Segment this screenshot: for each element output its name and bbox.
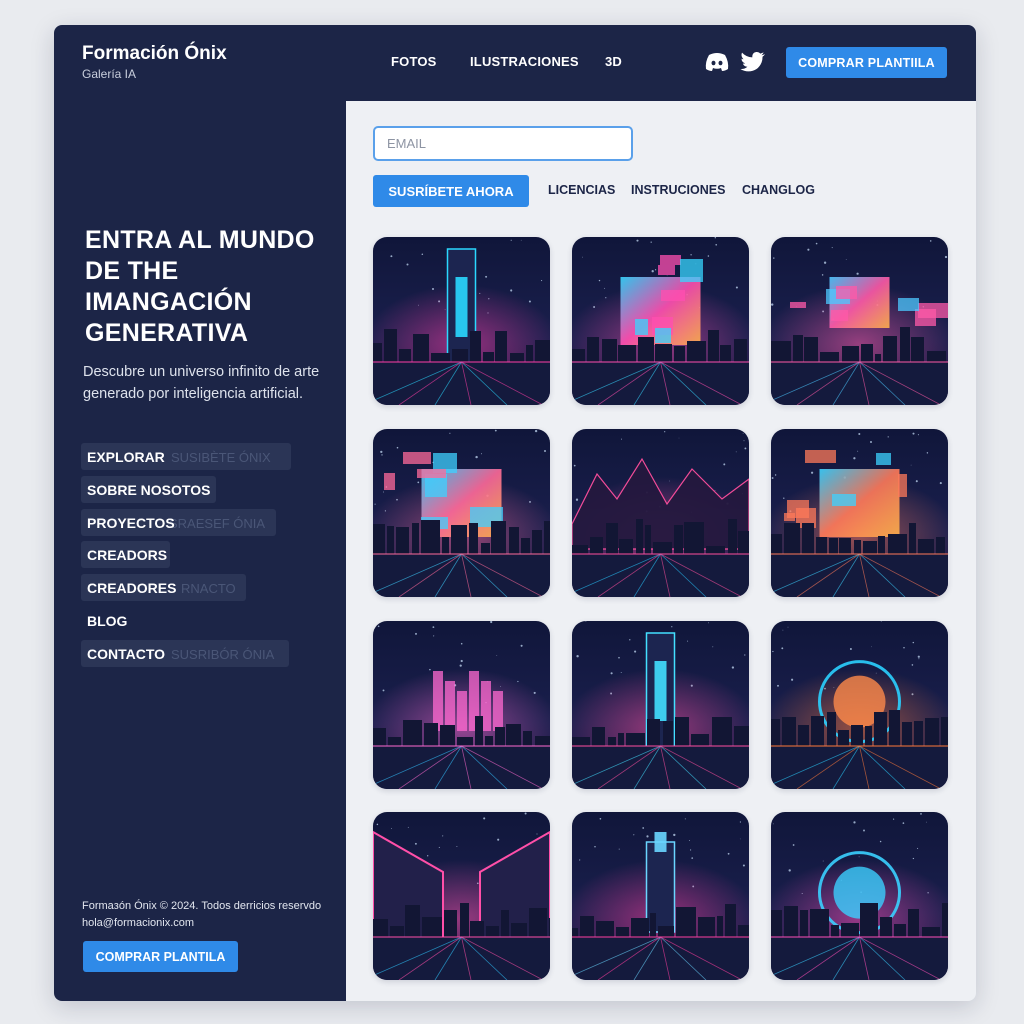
twitter-icon[interactable] (740, 51, 766, 73)
brand-subtitle: Galería IA (82, 67, 137, 81)
link-licencias[interactable]: LICENCIAS (548, 183, 615, 197)
app-window: Formación Ónix Galería IA FOTOS ILUSTRAC… (54, 25, 976, 1001)
footer-copyright: Formaзón Ónix © 2024. Todos derricios re… (82, 900, 322, 912)
subscribe-button[interactable]: SUSRÍBETE AHORA (373, 175, 529, 207)
sidebar-buy-template-button[interactable]: COMPRAR PLANTILA (83, 941, 238, 972)
gallery-image[interactable] (373, 812, 550, 980)
menu-ghost-text: SUSRIBÓR ÓNIA (171, 646, 275, 662)
buy-template-button[interactable]: COMPRAR PLANTIILA (786, 47, 947, 78)
sidebar-item-label: CONTACTO (87, 645, 166, 662)
sidebar-item-label: PROYECTOS (87, 514, 175, 531)
gallery-image[interactable] (373, 429, 550, 597)
gallery-image[interactable] (771, 812, 948, 980)
gallery-image[interactable] (771, 429, 948, 597)
sidebar-item-label: BLOG (87, 612, 128, 629)
gallery-image[interactable] (572, 621, 749, 789)
sidebar: ENTRA AL MUNDO DE THE IMANGACIÓN GENERAT… (54, 101, 346, 1001)
discord-icon[interactable] (704, 51, 730, 73)
menu-ghost-text: RNACTO (181, 581, 236, 597)
hero-subtitle: Descubre un universo infinito de arte ge… (83, 364, 320, 402)
gallery-image[interactable] (373, 237, 550, 405)
hero-title: ENTRA AL MUNDO DE THE IMANGACIÓN GENERAT… (85, 226, 315, 347)
sidebar-item-label: EXPLORAR (87, 449, 165, 465)
sidebar-item-label: CREADORS (87, 547, 168, 564)
sidebar-item-label: CREADORES (87, 580, 177, 597)
brand-title[interactable]: Formación Ónix (82, 43, 227, 65)
menu-ghost-text: SRAESEF ÓNIA (169, 515, 266, 531)
gallery-image[interactable] (572, 429, 749, 597)
gallery-image[interactable] (572, 812, 749, 980)
nav-link-ilustraciones[interactable]: ILUSTRACIONES (470, 54, 579, 69)
gallery-image[interactable] (572, 237, 749, 405)
link-instrucciones[interactable]: INSTRUCIONES (631, 183, 725, 197)
top-header: Formación Ónix Galería IA FOTOS ILUSTRAC… (54, 25, 976, 101)
gallery-image[interactable] (373, 621, 550, 789)
gallery-image[interactable] (771, 237, 948, 405)
nav-link-fotos[interactable]: FOTOS (391, 54, 437, 69)
link-changelog[interactable]: CHANGLOG (742, 183, 815, 197)
gallery-image[interactable] (771, 621, 948, 789)
email-input[interactable] (373, 126, 633, 161)
nav-link-3d[interactable]: 3D (605, 54, 622, 69)
menu-ghost-text: SUSIBÈTE ÓNIX (171, 450, 271, 465)
sidebar-item-label: SOBRE NOSOTOS (87, 481, 211, 498)
footer-email-link[interactable]: hola@formacionix.com (82, 917, 194, 929)
